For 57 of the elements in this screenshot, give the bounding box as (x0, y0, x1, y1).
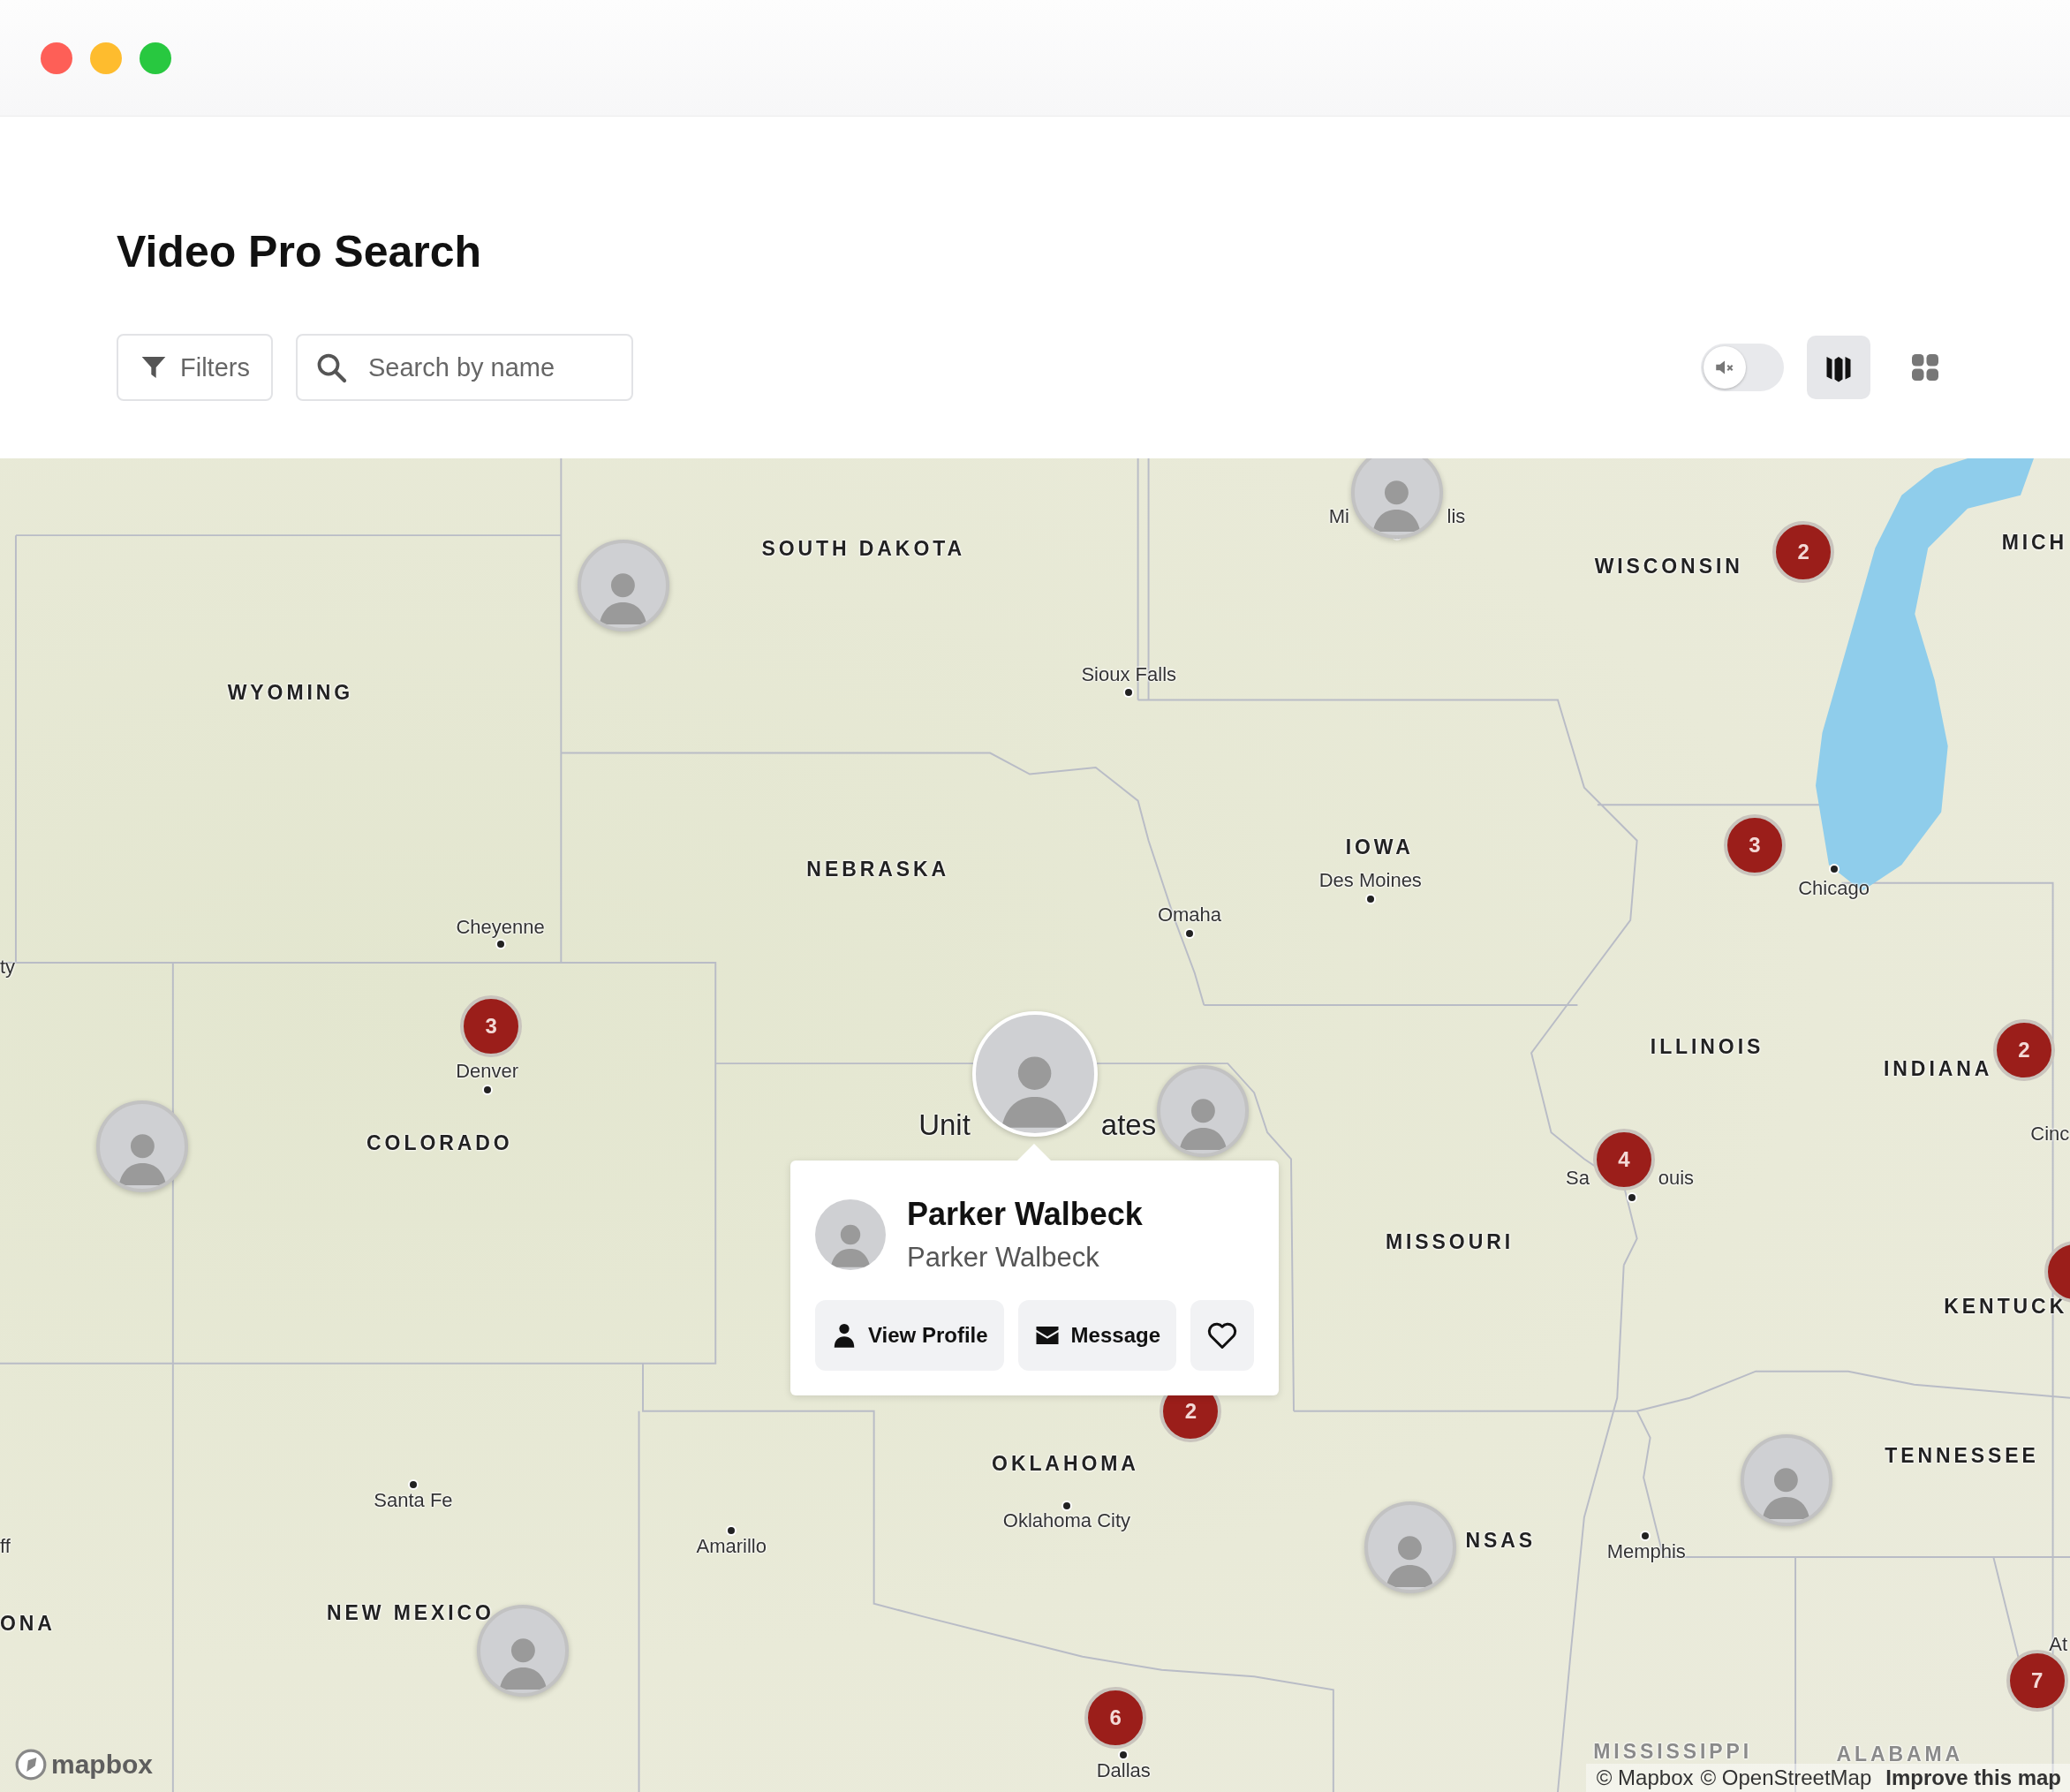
state-label: WISCONSIN (1594, 553, 1743, 579)
cluster-marker[interactable]: 2 (1772, 521, 1835, 584)
state-label: NEBRASKA (806, 857, 949, 883)
state-label: SOUTH DAKOTA (761, 536, 965, 563)
state-label: KENTUCK (1944, 1294, 2068, 1320)
cluster-marker[interactable]: 7 (2006, 1650, 2068, 1713)
city-label: Omaha (1157, 904, 1222, 927)
city-label: ouis (1658, 1166, 1695, 1190)
improve-map-link[interactable]: Improve this map (1885, 1766, 2061, 1790)
state-label: COLORADO (366, 1130, 513, 1156)
state-label: OKLAHOMA (992, 1451, 1139, 1478)
view-profile-button[interactable]: View Profile (815, 1300, 1004, 1371)
state-label: IOWA (1345, 835, 1414, 861)
state-label: TENNESSEE (1885, 1443, 2039, 1470)
state-label: ILLINOIS (1650, 1033, 1764, 1060)
state-label: NEW MEXICO (327, 1600, 495, 1627)
message-button[interactable]: Message (1017, 1300, 1176, 1371)
city-label: ty (0, 955, 16, 979)
city-label: lis (1447, 504, 1466, 528)
cluster-marker[interactable]: 3 (1723, 814, 1786, 877)
state-label: INDIANA (1884, 1056, 1993, 1083)
country-label: ates (1100, 1108, 1157, 1142)
cluster-marker[interactable]: 3 (460, 994, 523, 1057)
page-title: Video Pro Search (117, 230, 483, 274)
state-label: ONA (0, 1611, 56, 1637)
country-label: Unit (918, 1108, 971, 1142)
state-label: NSAS (1465, 1527, 1536, 1554)
city-label: Chicago (1798, 877, 1870, 901)
city-label: Oklahoma City (1002, 1509, 1131, 1533)
city-label: Amarillo (696, 1534, 767, 1558)
city-label: Des Moines (1318, 869, 1422, 893)
attribution-link[interactable]: © Mapbox (1596, 1766, 1694, 1790)
city-label: ff (0, 1534, 11, 1558)
state-label: ALABAMA (1836, 1742, 1964, 1766)
city-label: Denver (456, 1059, 519, 1083)
profile-name: Parker Walbeck (907, 1196, 1143, 1233)
city-label: Cinc (2030, 1123, 2070, 1146)
state-label: WYOMING (227, 680, 354, 707)
city-label: Memphis (1606, 1539, 1686, 1563)
profile-subtitle: Parker Walbeck (907, 1242, 1100, 1274)
search-field[interactable]: Search by name (295, 334, 633, 401)
city-label: Sa (1566, 1166, 1590, 1190)
mapbox-logo[interactable]: mapbox (14, 1748, 154, 1781)
state-label: MISSISSIPPI (1593, 1739, 1753, 1764)
city-label: Dallas (1096, 1759, 1151, 1782)
city-label: Sioux Falls (1081, 663, 1176, 687)
city-label: Santa Fe (374, 1488, 453, 1512)
attribution-link[interactable]: © OpenStreetMap (1700, 1766, 1872, 1790)
state-label: MISSOURI (1386, 1229, 1514, 1256)
cluster-marker[interactable]: 2 (1992, 1018, 2055, 1081)
state-label: MICH (2001, 529, 2068, 556)
logo-text: mapbox (51, 1750, 154, 1780)
city-label: Cheyenne (456, 915, 545, 939)
cluster-marker[interactable]: 6 (1084, 1687, 1147, 1750)
city-label: Mi (1328, 504, 1349, 528)
cluster-marker[interactable]: 4 (1592, 1128, 1655, 1191)
filters-button[interactable]: Filters (117, 334, 273, 401)
